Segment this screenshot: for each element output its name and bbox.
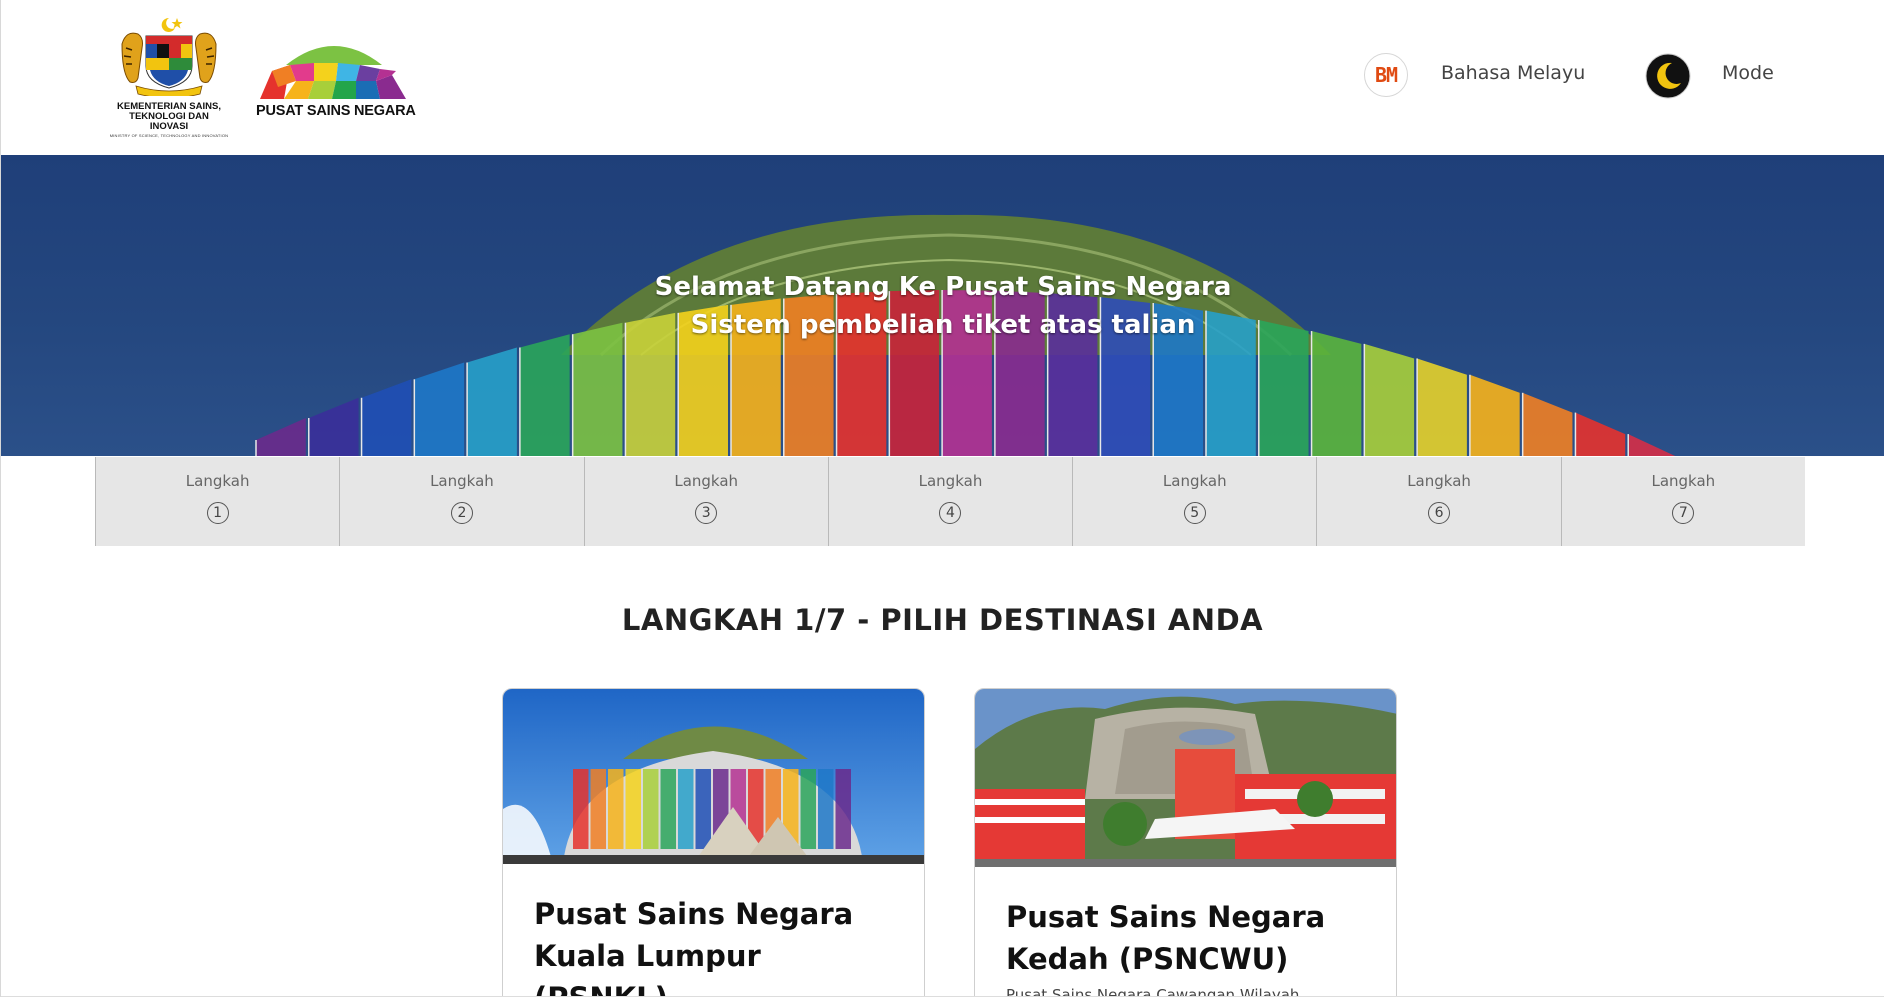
language-code: BM <box>1374 63 1398 87</box>
hero-heading: Selamat Datang Ke Pusat Sains Negara Sis… <box>1 268 1884 344</box>
step-5[interactable]: Langkah 5 <box>1072 457 1316 546</box>
facade-panel <box>678 769 694 849</box>
dome-panel <box>467 347 517 456</box>
facade-panel <box>590 769 606 849</box>
step-label: Langkah <box>1651 472 1716 490</box>
language-toggle-button[interactable]: BM <box>1364 53 1408 97</box>
rainbow-dome-icon <box>260 46 406 99</box>
destination-title[interactable]: Pusat Sains Negara Kuala Lumpur (PSNKL) <box>534 893 904 997</box>
dome-panel <box>361 379 412 456</box>
dome-panel <box>1417 358 1467 456</box>
pusat-sains-negara-logo[interactable]: PUSAT SAINS NEGARA <box>256 35 416 125</box>
psncwu-building-photo <box>975 689 1396 867</box>
dome-panel <box>256 418 306 456</box>
step-label: Langkah <box>185 472 250 490</box>
step-number-icon: 5 <box>1183 502 1206 524</box>
step-label: Langkah <box>430 472 494 490</box>
page: KEMENTERIAN SAINS, TEKNOLOGI DAN INOVASI… <box>0 0 1884 997</box>
step-1[interactable]: Langkah 1 <box>95 457 339 546</box>
step-2[interactable]: Langkah 2 <box>339 457 583 546</box>
destination-card-psnkl[interactable]: Pusat Sains Negara Kuala Lumpur (PSNKL) <box>502 688 925 997</box>
coat-of-arms-icon <box>121 17 217 99</box>
facade-panel <box>608 769 624 849</box>
step-6[interactable]: Langkah 6 <box>1316 457 1560 546</box>
language-label[interactable]: Bahasa Melayu <box>1441 62 1585 84</box>
mode-label[interactable]: Mode <box>1722 62 1774 84</box>
hero-subtitle-text: Sistem pembelian tiket atas talian <box>690 310 1196 340</box>
step-number-icon: 1 <box>206 502 229 524</box>
hero-banner: Selamat Datang Ke Pusat Sains Negara Sis… <box>1 155 1884 456</box>
step-number-icon: 7 <box>1672 502 1695 524</box>
facade-panel <box>643 769 659 849</box>
destination-card-psncwu[interactable]: Pusat Sains Negara Kedah (PSNCWU) Pusat … <box>974 688 1397 997</box>
dome-panel <box>519 334 570 456</box>
ministry-name: KEMENTERIAN SAINS, TEKNOLOGI DAN INOVASI <box>117 101 221 132</box>
dome-panel <box>1522 392 1573 456</box>
moon-icon <box>1645 53 1691 99</box>
ministry-logo[interactable]: KEMENTERIAN SAINS, TEKNOLOGI DAN INOVASI… <box>109 14 229 139</box>
dome-panel <box>1311 331 1362 456</box>
step-label: Langkah <box>1162 472 1227 490</box>
dark-mode-toggle-button[interactable] <box>1645 53 1691 99</box>
facade-panel <box>625 769 641 849</box>
dome-panel <box>1364 343 1415 456</box>
brand-name: PUSAT SAINS NEGARA <box>256 103 416 119</box>
step-3[interactable]: Langkah 3 <box>583 457 828 546</box>
ministry-name-english: MINISTRY OF SCIENCE, TECHNOLOGY AND INNO… <box>109 133 229 138</box>
facade-panel <box>660 769 676 849</box>
step-number-icon: 4 <box>939 502 962 524</box>
facade-panel <box>800 769 816 849</box>
dome-panel <box>1469 374 1520 456</box>
step-number-icon: 6 <box>1428 502 1451 524</box>
step-number-icon: 3 <box>695 502 718 524</box>
step-number-icon: 2 <box>450 502 473 524</box>
header: KEMENTERIAN SAINS, TEKNOLOGI DAN INOVASI… <box>1 0 1884 155</box>
dome-panel <box>1628 434 1678 456</box>
destination-title[interactable]: Pusat Sains Negara Kedah (PSNCWU) <box>1006 896 1376 980</box>
step-label: Langkah <box>918 472 983 490</box>
step-4[interactable]: Langkah 4 <box>827 457 1072 546</box>
dome-panel <box>1575 412 1626 456</box>
step-label: Langkah <box>1407 472 1471 490</box>
facade-panel <box>818 769 834 849</box>
dome-panel <box>308 397 359 456</box>
step-label: Langkah <box>674 472 739 490</box>
hero-welcome-text: Selamat Datang Ke Pusat Sains Negara <box>654 272 1232 302</box>
step-progress-bar: Langkah 1 Langkah 2 Langkah 3 Langkah 4 … <box>95 457 1805 546</box>
page-title: LANGKAH 1/7 - PILIH DESTINASI ANDA <box>621 603 1264 637</box>
psnkl-building-photo <box>503 689 924 864</box>
step-7[interactable]: Langkah 7 <box>1560 457 1805 546</box>
facade-panel <box>573 769 589 849</box>
facade-panel <box>695 769 711 849</box>
dome-panel <box>414 362 465 456</box>
facade-panel <box>835 769 851 849</box>
